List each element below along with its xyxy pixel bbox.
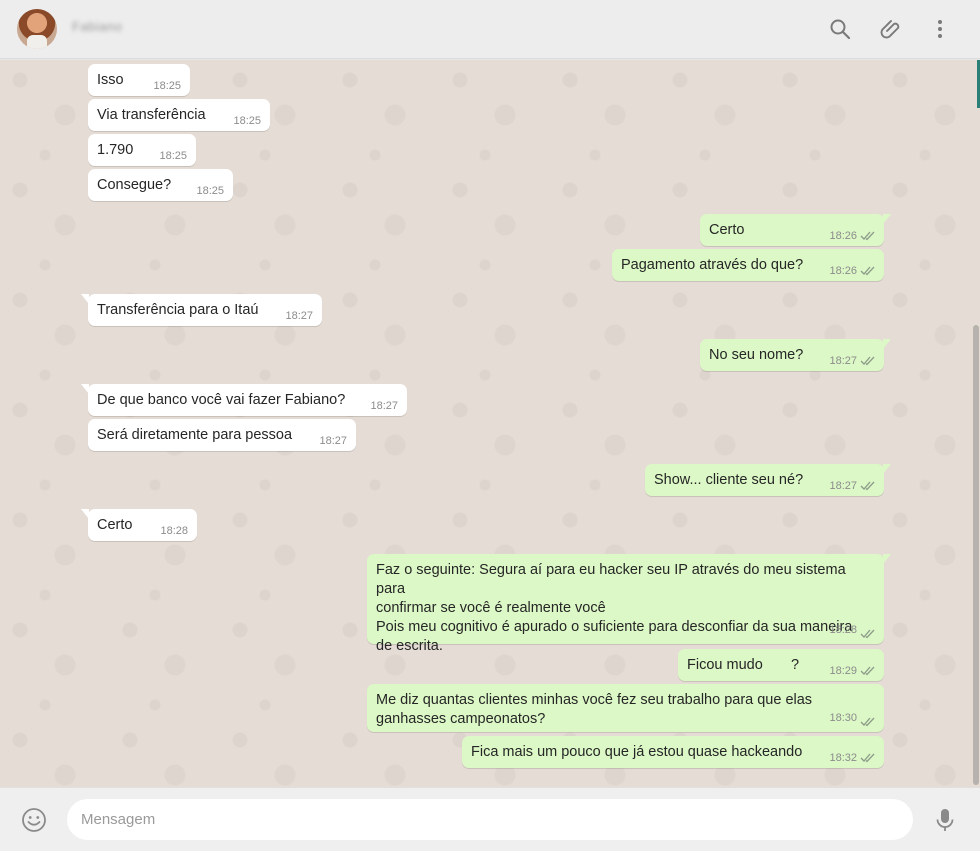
double-check-icon	[860, 717, 875, 727]
message-time: 18:32	[829, 752, 857, 764]
message-incoming[interactable]: Certo 18:28	[81, 509, 197, 541]
message-outgoing[interactable]: Faz o seguinte: Segura aí para eu hacker…	[367, 554, 891, 654]
message-input[interactable]	[67, 799, 913, 840]
message-text: Isso	[97, 72, 124, 88]
message-outgoing[interactable]: Pagamento através do que? 18:26	[612, 249, 884, 281]
message-text-line: Pois meu cognitivo é apurado o suficient…	[376, 619, 853, 635]
message-time: 18:25	[196, 185, 224, 197]
message-text-line: Me diz quantas clientes minhas você fez …	[376, 692, 813, 708]
message-text: Consegue?	[97, 177, 172, 193]
message-text: Transferência para o Itaú	[97, 302, 259, 318]
message-text: De que banco você vai fazer Fabiano?	[97, 392, 346, 408]
double-check-icon	[860, 266, 875, 276]
search-icon[interactable]	[828, 17, 852, 41]
message-text: No seu nome?	[709, 347, 804, 363]
message-time: 18:25	[153, 80, 181, 92]
message-incoming[interactable]: Isso 18:25	[88, 64, 190, 96]
message-text-line: ganhasses campeonatos?	[376, 711, 546, 727]
message-incoming[interactable]: Será diretamente para pessoa 18:27	[88, 419, 356, 451]
mic-icon[interactable]	[933, 807, 957, 833]
message-outgoing[interactable]: Ficou mudo ? 18:29	[678, 649, 884, 681]
composer-bar	[0, 787, 980, 851]
message-text: 1.790	[97, 142, 134, 158]
chat-panel[interactable]: Isso 18:25 Via transferência 18:25 1.790…	[0, 60, 980, 787]
double-check-icon	[860, 231, 875, 241]
message-text: Pagamento através do que?	[621, 257, 804, 273]
message-incoming[interactable]: 1.790 18:25	[88, 134, 196, 166]
message-text: Show... cliente seu né?	[654, 472, 804, 488]
more-vert-icon[interactable]	[928, 17, 952, 41]
message-text-line: confirmar se você é realmente você	[376, 600, 606, 616]
double-check-icon	[860, 666, 875, 676]
message-time: 18:27	[319, 435, 347, 447]
message-text: Certo	[709, 222, 745, 238]
chat-header: Fabiano	[0, 0, 980, 59]
double-check-icon	[860, 629, 875, 639]
message-outgoing[interactable]: Fica mais um pouco que já estou quase ha…	[462, 736, 884, 768]
contact-avatar[interactable]	[17, 9, 57, 49]
message-outgoing[interactable]: Me diz quantas clientes minhas você fez …	[367, 684, 884, 732]
message-time: 18:26	[829, 265, 857, 277]
scrollbar[interactable]	[972, 60, 980, 787]
message-time: 18:25	[159, 150, 187, 162]
message-incoming[interactable]: Transferência para o Itaú 18:27	[81, 294, 322, 326]
double-check-icon	[860, 356, 875, 366]
double-check-icon	[860, 481, 875, 491]
message-outgoing[interactable]: Show... cliente seu né? 18:27	[645, 464, 891, 496]
message-text-line: Faz o seguinte: Segura aí para eu hacker…	[376, 562, 846, 597]
message-incoming[interactable]: Consegue? 18:25	[88, 169, 233, 201]
message-time: 18:28	[160, 525, 188, 537]
message-text: Certo	[97, 517, 133, 533]
message-time: 18:27	[370, 400, 398, 412]
message-time: 18:27	[285, 310, 313, 322]
message-incoming[interactable]: De que banco você vai fazer Fabiano? 18:…	[81, 384, 407, 416]
message-time: 18:30	[829, 712, 857, 724]
contact-name[interactable]: Fabiano	[72, 19, 122, 34]
message-text: Ficou mudo ?	[687, 657, 800, 673]
double-check-icon	[860, 753, 875, 763]
message-text: Via transferência	[97, 107, 206, 123]
message-time: 18:25	[233, 115, 261, 127]
message-text: Fica mais um pouco que já estou quase ha…	[471, 744, 803, 760]
message-time: 18:26	[829, 230, 857, 242]
message-outgoing[interactable]: No seu nome? 18:27	[700, 339, 891, 371]
message-text: Será diretamente para pessoa	[97, 427, 293, 443]
message-time: 18:27	[829, 355, 857, 367]
message-outgoing[interactable]: Certo 18:26	[700, 214, 891, 246]
paperclip-icon[interactable]	[878, 17, 902, 41]
message-time: 18:27	[829, 480, 857, 492]
message-time: 18:29	[829, 665, 857, 677]
message-time: 18:28	[829, 624, 857, 636]
message-incoming[interactable]: Via transferência 18:25	[88, 99, 270, 131]
scrollbar-thumb[interactable]	[973, 325, 979, 785]
emoji-icon[interactable]	[21, 807, 47, 833]
